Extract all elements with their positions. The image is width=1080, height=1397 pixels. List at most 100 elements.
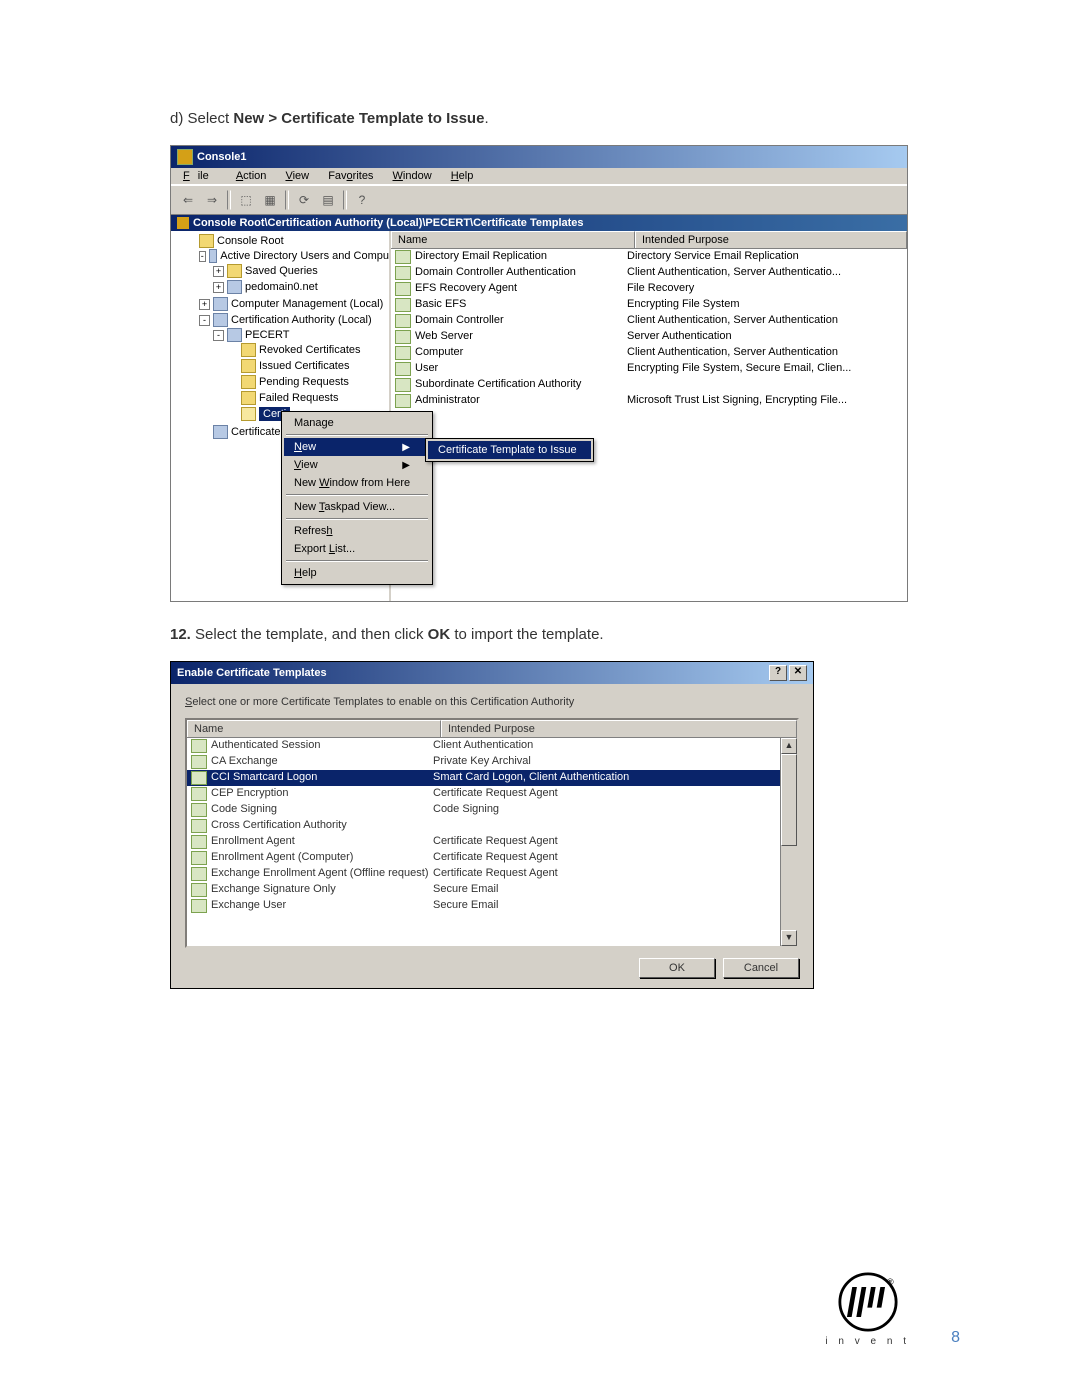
btn-up[interactable]: ⬚ [235,189,257,211]
tree-cm[interactable]: Computer Management (Local) [231,298,383,310]
folder-icon [241,391,256,405]
tree-domain[interactable]: pedomain0.net [245,281,318,293]
svg-text:®: ® [886,1277,893,1287]
menu-view[interactable]: View [277,168,317,184]
dialog-help-button[interactable]: ? [769,665,787,681]
dialog-template-purpose: Certificate Request Agent [433,787,797,801]
dialog-template-purpose: Secure Email [433,883,797,897]
menu-action[interactable]: Action [228,168,275,184]
template-row[interactable]: Directory Email ReplicationDirectory Ser… [391,249,907,265]
dialog-template-row[interactable]: Exchange Enrollment Agent (Offline reque… [187,866,797,882]
console-menubar[interactable]: File Action View Favorites Window Help [171,168,907,185]
ctx-taskpad[interactable]: New Taskpad View... [284,498,430,516]
dialog-template-name: CEP Encryption [211,787,433,801]
template-list[interactable]: Name Intended Purpose Directory Email Re… [391,231,907,601]
dialog-template-row[interactable]: Authenticated SessionClient Authenticati… [187,738,797,754]
menu-help[interactable]: Help [443,168,482,184]
col-header-name[interactable]: Name [391,231,635,248]
tree-revoked[interactable]: Revoked Certificates [259,344,361,356]
template-row[interactable]: Subordinate Certification Authority [391,377,907,393]
expander-icon[interactable]: - [213,330,224,341]
cert-template-icon [191,835,207,849]
scroll-down-button[interactable]: ▼ [781,930,797,946]
template-purpose: Microsoft Trust List Signing, Encrypting… [627,394,907,408]
tree-adu[interactable]: Active Directory Users and Compu [220,250,389,262]
template-row[interactable]: AdministratorMicrosoft Trust List Signin… [391,393,907,409]
expander-icon[interactable]: + [213,266,224,277]
template-purpose: Client Authentication, Server Authentica… [627,346,907,360]
template-row[interactable]: Domain ControllerClient Authentication, … [391,313,907,329]
btn-forward[interactable]: ⇒ [201,189,223,211]
hp-logo-block: ® i n v e n t [825,1272,910,1347]
expander-icon[interactable]: - [199,315,210,326]
template-row[interactable]: Basic EFSEncrypting File System [391,297,907,313]
lb-col-purpose[interactable]: Intended Purpose [441,720,797,737]
tree-ca[interactable]: Certification Authority (Local) [231,314,372,326]
template-row[interactable]: ComputerClient Authentication, Server Au… [391,345,907,361]
arrow-right-icon: ▶ [402,460,410,471]
tree-pecert[interactable]: PECERT [245,329,289,341]
cert-template-icon [191,851,207,865]
dialog-template-row[interactable]: Exchange Signature OnlySecure Email [187,882,797,898]
tree-failed[interactable]: Failed Requests [259,392,339,404]
ctx-view[interactable]: View▶ [284,456,430,474]
dialog-template-row[interactable]: CA ExchangePrivate Key Archival [187,754,797,770]
template-row[interactable]: Web ServerServer Authentication [391,329,907,345]
template-purpose: File Recovery [627,282,907,296]
lb-col-name[interactable]: Name [187,720,441,737]
cert-template-icon [395,250,411,264]
templates-listbox[interactable]: Name Intended Purpose Authenticated Sess… [185,718,799,948]
expander-icon[interactable]: - [199,251,206,262]
dialog-template-purpose [433,819,797,833]
template-row[interactable]: UserEncrypting File System, Secure Email… [391,361,907,377]
menu-file[interactable]: File [175,168,225,184]
dialog-template-row[interactable]: Exchange UserSecure Email [187,898,797,914]
ok-button[interactable]: OK [639,958,715,978]
tree-pending[interactable]: Pending Requests [259,376,349,388]
listbox-scrollbar[interactable]: ▲ ▼ [780,738,797,946]
menu-window[interactable]: Window [385,168,440,184]
col-header-purpose[interactable]: Intended Purpose [635,231,907,248]
expander-icon[interactable]: + [199,299,210,310]
template-row[interactable]: EFS Recovery AgentFile Recovery [391,281,907,297]
ctx-help[interactable]: Help [284,564,430,582]
dialog-template-row[interactable]: CEP EncryptionCertificate Request Agent [187,786,797,802]
instr-12-bold: OK [428,626,451,643]
ctx-refresh[interactable]: Refresh [284,522,430,540]
expander-icon[interactable]: + [213,282,224,293]
template-row[interactable]: Domain Controller AuthenticationClient A… [391,265,907,281]
list-header: Name Intended Purpose [391,231,907,249]
ad-icon [209,249,218,263]
ctx-new-window[interactable]: New Window from Here [284,474,430,492]
context-submenu[interactable]: Certificate Template to Issue [425,438,594,462]
cancel-button[interactable]: Cancel [723,958,799,978]
btn-back[interactable]: ⇐ [177,189,199,211]
ctx-sub-certtoissue[interactable]: Certificate Template to Issue [428,441,591,459]
ctx-new[interactable]: New▶ [284,438,430,456]
dialog-template-row[interactable]: Enrollment AgentCertificate Request Agen… [187,834,797,850]
btn-props[interactable]: ▦ [259,189,281,211]
tree-saved[interactable]: Saved Queries [245,265,318,277]
tree-issued[interactable]: Issued Certificates [259,360,349,372]
ctx-export[interactable]: Export List... [284,540,430,558]
scroll-up-button[interactable]: ▲ [781,738,797,754]
cert-template-icon [395,394,411,408]
dialog-template-row[interactable]: Code SigningCode Signing [187,802,797,818]
dialog-template-row[interactable]: Enrollment Agent (Computer)Certificate R… [187,850,797,866]
dialog-template-row[interactable]: Cross Certification Authority [187,818,797,834]
ctx-manage[interactable]: Manage [284,414,430,432]
btn-help[interactable]: ? [351,189,373,211]
btn-export[interactable]: ▤ [317,189,339,211]
btn-refresh[interactable]: ⟳ [293,189,315,211]
console-toolbar: ⇐ ⇒ ⬚ ▦ ⟳ ▤ ? [171,185,907,215]
menu-favorites[interactable]: Favorites [320,168,381,184]
cert-template-icon [395,330,411,344]
dialog-close-button[interactable]: ✕ [789,665,807,681]
dialog-template-row[interactable]: CCI Smartcard LogonSmart Card Logon, Cli… [187,770,797,786]
template-name: Web Server [415,330,627,344]
instruction-d: d) Select New > Certificate Template to … [170,110,910,127]
tree-root[interactable]: Console Root [217,235,284,247]
instr-d-suffix: . [484,110,488,127]
context-menu[interactable]: Manage New▶ View▶ New Window from Here N… [281,411,433,585]
scroll-thumb[interactable] [781,754,797,846]
